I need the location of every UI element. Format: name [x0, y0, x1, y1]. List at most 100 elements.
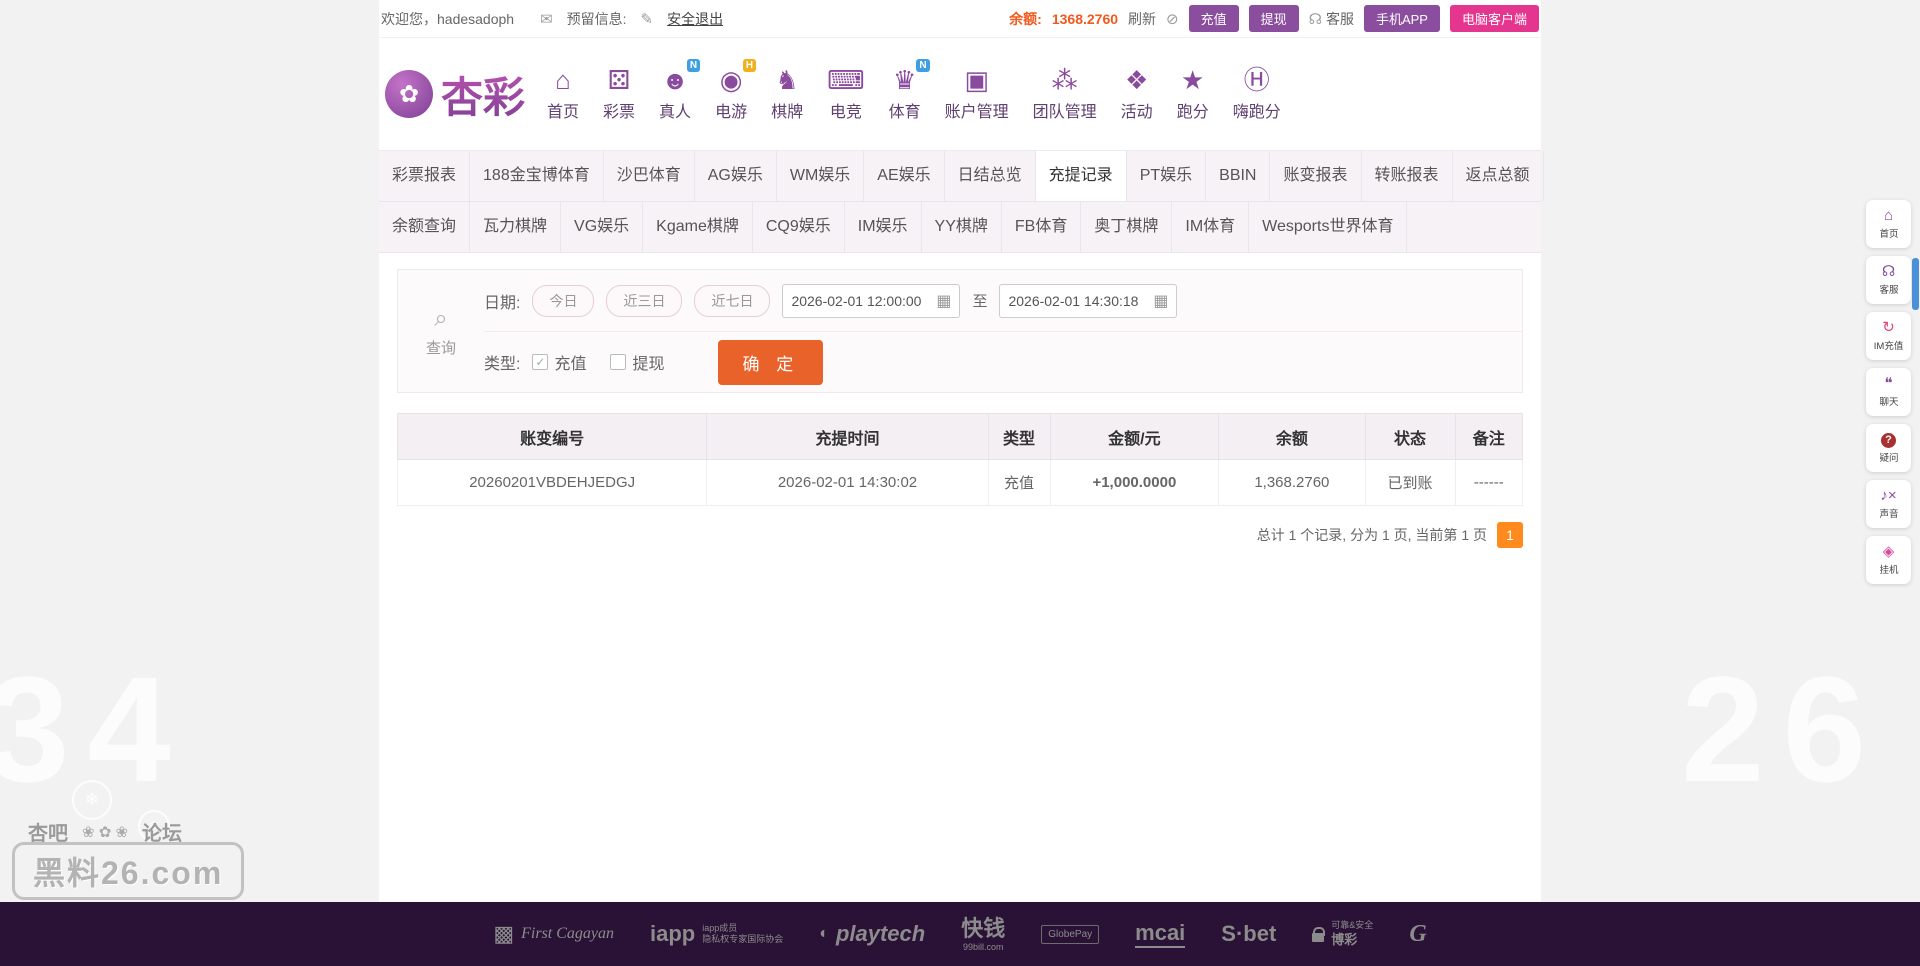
- type-label: 类型:: [484, 350, 520, 374]
- tab-account-change-report[interactable]: 账变报表: [1270, 151, 1361, 201]
- tab-vg[interactable]: VG娱乐: [561, 202, 643, 252]
- cell-type: 充值: [988, 460, 1050, 506]
- footer-logo-kuaiqian: 快钱 99bill.com: [961, 915, 1005, 954]
- sidebar-label: 客服: [1879, 282, 1898, 296]
- new-badge: N: [687, 59, 700, 72]
- nav-item-chess[interactable]: ♞ 棋牌: [771, 67, 803, 122]
- customer-service-link[interactable]: ☊ 客服: [1309, 9, 1354, 29]
- refresh-link[interactable]: 刷新: [1128, 9, 1156, 29]
- footer-logo-text: First Cagayan: [521, 925, 614, 943]
- sidebar-item-home[interactable]: ⌂ 首页: [1866, 200, 1911, 248]
- footer-logo-globepay: GlobePay: [1041, 925, 1099, 944]
- tab-yy-chess[interactable]: YY棋牌: [922, 202, 1002, 252]
- footer-logo-text: 博彩: [1331, 932, 1373, 948]
- nav-item-egames[interactable]: H ◉ 电游: [715, 67, 747, 122]
- question-icon: ?: [1881, 433, 1896, 448]
- tab-fb-sports[interactable]: FB体育: [1002, 202, 1081, 252]
- tab-transfer-report[interactable]: 转账报表: [1362, 151, 1453, 201]
- nav-item-home[interactable]: ⌂ 首页: [547, 67, 579, 122]
- tab-im-sports[interactable]: IM体育: [1172, 202, 1249, 252]
- nav-item-hi-paofen[interactable]: Ⓗ 嗨跑分: [1233, 67, 1281, 122]
- tab-im-games[interactable]: IM娱乐: [845, 202, 922, 252]
- diamond-icon: ◈: [1883, 544, 1895, 561]
- tab-kgame[interactable]: Kgame棋牌: [643, 202, 753, 252]
- nav-item-esports[interactable]: ⌨ 电竞: [827, 67, 865, 122]
- col-header-status: 状态: [1365, 414, 1455, 460]
- footer-logo-text: playtech: [836, 921, 925, 947]
- nav-label: 活动: [1121, 98, 1153, 122]
- withdraw-checkbox-option[interactable]: 提现: [610, 350, 664, 374]
- deposit-checkbox-option[interactable]: ✓ 充值: [532, 350, 586, 374]
- nav-item-account[interactable]: ▣ 账户管理: [945, 67, 1009, 122]
- date-from-input[interactable]: 2026-02-01 12:00:00 ▦: [782, 284, 960, 318]
- tab-188-sports[interactable]: 188金宝博体育: [470, 151, 604, 201]
- main-nav: ⌂ 首页 ⚄ 彩票 N ☻ 真人 H ◉ 电游 ♞ 棋牌 ⌨: [547, 67, 1281, 122]
- sidebar-item-service[interactable]: ☊ 客服: [1866, 256, 1911, 304]
- eye-off-icon[interactable]: ⊘: [1166, 10, 1179, 28]
- sidebar-item-question[interactable]: ? 疑问: [1866, 424, 1911, 472]
- tab-pt[interactable]: PT娱乐: [1127, 151, 1206, 201]
- calendar-icon[interactable]: ▦: [936, 291, 951, 311]
- nav-item-sports[interactable]: N ♛ 体育: [889, 67, 921, 122]
- quick-3days-button[interactable]: 近三日: [606, 285, 682, 317]
- nav-item-lottery[interactable]: ⚄ 彩票: [603, 67, 635, 122]
- sidebar-item-autoplay[interactable]: ◈ 挂机: [1866, 536, 1911, 584]
- tab-balance-query[interactable]: 余额查询: [379, 202, 470, 252]
- footer-logo-mcai: mcai: [1135, 920, 1185, 948]
- tab-lottery-report[interactable]: 彩票报表: [379, 151, 470, 201]
- floating-sidebar: ⌂ 首页 ☊ 客服 ↻ IM充值 ❝ 聊天 ? 疑问 ♪× 声音 ◈ 挂机: [1866, 200, 1911, 584]
- deposit-checkbox-label: 充值: [554, 350, 586, 374]
- nav-item-paofen[interactable]: ★ 跑分: [1177, 67, 1209, 122]
- headset-icon: ☊: [1309, 10, 1322, 28]
- tab-daily-summary[interactable]: 日结总览: [945, 151, 1036, 201]
- tab-deposit-withdraw-records[interactable]: 充提记录: [1036, 151, 1127, 201]
- tab-aoding-chess[interactable]: 奥丁棋牌: [1081, 202, 1172, 252]
- checkbox-checked-icon[interactable]: ✓: [532, 354, 548, 370]
- footer-logo-first-cagayan: ▩ First Cagayan: [493, 921, 614, 947]
- sidebar-label: 声音: [1879, 506, 1898, 520]
- date-from-value: 2026-02-01 12:00:00: [791, 293, 921, 309]
- sidebar-label: 聊天: [1879, 394, 1898, 408]
- calendar-icon[interactable]: ▦: [1153, 291, 1168, 311]
- nav-item-live[interactable]: N ☻ 真人: [659, 67, 691, 122]
- quick-7days-button[interactable]: 近七日: [694, 285, 770, 317]
- date-filter-row: 日期: 今日 近三日 近七日 2026-02-01 12:00:00 ▦ 至 2…: [484, 270, 1522, 331]
- quick-today-button[interactable]: 今日: [532, 285, 594, 317]
- slot-icon: ◉: [720, 67, 743, 93]
- checkbox-unchecked-icon[interactable]: [610, 354, 626, 370]
- nav-item-team[interactable]: ⁂ 团队管理: [1033, 67, 1097, 122]
- confirm-button[interactable]: 确 定: [718, 340, 823, 385]
- sidebar-item-im-recharge[interactable]: ↻ IM充值: [1866, 312, 1911, 360]
- footer-logo-text: G: [1409, 921, 1426, 948]
- sidebar-item-sound[interactable]: ♪× 声音: [1866, 480, 1911, 528]
- mobile-app-button[interactable]: 手机APP: [1364, 5, 1440, 32]
- tab-rebate-total[interactable]: 返点总额: [1453, 151, 1544, 201]
- tab-wali-chess[interactable]: 瓦力棋牌: [470, 202, 561, 252]
- mail-icon[interactable]: ✉: [540, 10, 553, 28]
- footer-logo-subtext: iapp成员: [702, 923, 783, 934]
- home-icon: ⌂: [1884, 208, 1893, 225]
- deposit-button[interactable]: 充值: [1189, 5, 1239, 32]
- tab-ag[interactable]: AG娱乐: [695, 151, 777, 201]
- logout-link[interactable]: 安全退出: [667, 9, 723, 29]
- sidebar-item-chat[interactable]: ❝ 聊天: [1866, 368, 1911, 416]
- cell-remark: ------: [1455, 460, 1523, 506]
- page-1-button[interactable]: 1: [1497, 522, 1523, 548]
- team-icon: ⁂: [1052, 67, 1078, 93]
- tab-ae[interactable]: AE娱乐: [864, 151, 944, 201]
- withdraw-button[interactable]: 提现: [1249, 5, 1299, 32]
- date-to-input[interactable]: 2026-02-01 14:30:18 ▦: [999, 284, 1177, 318]
- search-icon: ⌕: [434, 305, 447, 333]
- headset-icon: ☊: [1882, 264, 1895, 281]
- tab-bbin[interactable]: BBIN: [1206, 151, 1270, 201]
- edit-icon[interactable]: ✎: [641, 10, 654, 28]
- date-label: 日期:: [484, 289, 520, 313]
- tab-cq9[interactable]: CQ9娱乐: [753, 202, 845, 252]
- tab-wm[interactable]: WM娱乐: [777, 151, 864, 201]
- scrollbar-thumb[interactable]: [1912, 258, 1919, 310]
- pc-client-button[interactable]: 电脑客户端: [1450, 5, 1539, 32]
- tab-saba-sports[interactable]: 沙巴体育: [604, 151, 695, 201]
- tab-wesports[interactable]: Wesports世界体育: [1249, 202, 1407, 252]
- brand-logo[interactable]: ✿ 杏彩: [385, 64, 525, 125]
- nav-item-promotions[interactable]: ❖ 活动: [1121, 67, 1153, 122]
